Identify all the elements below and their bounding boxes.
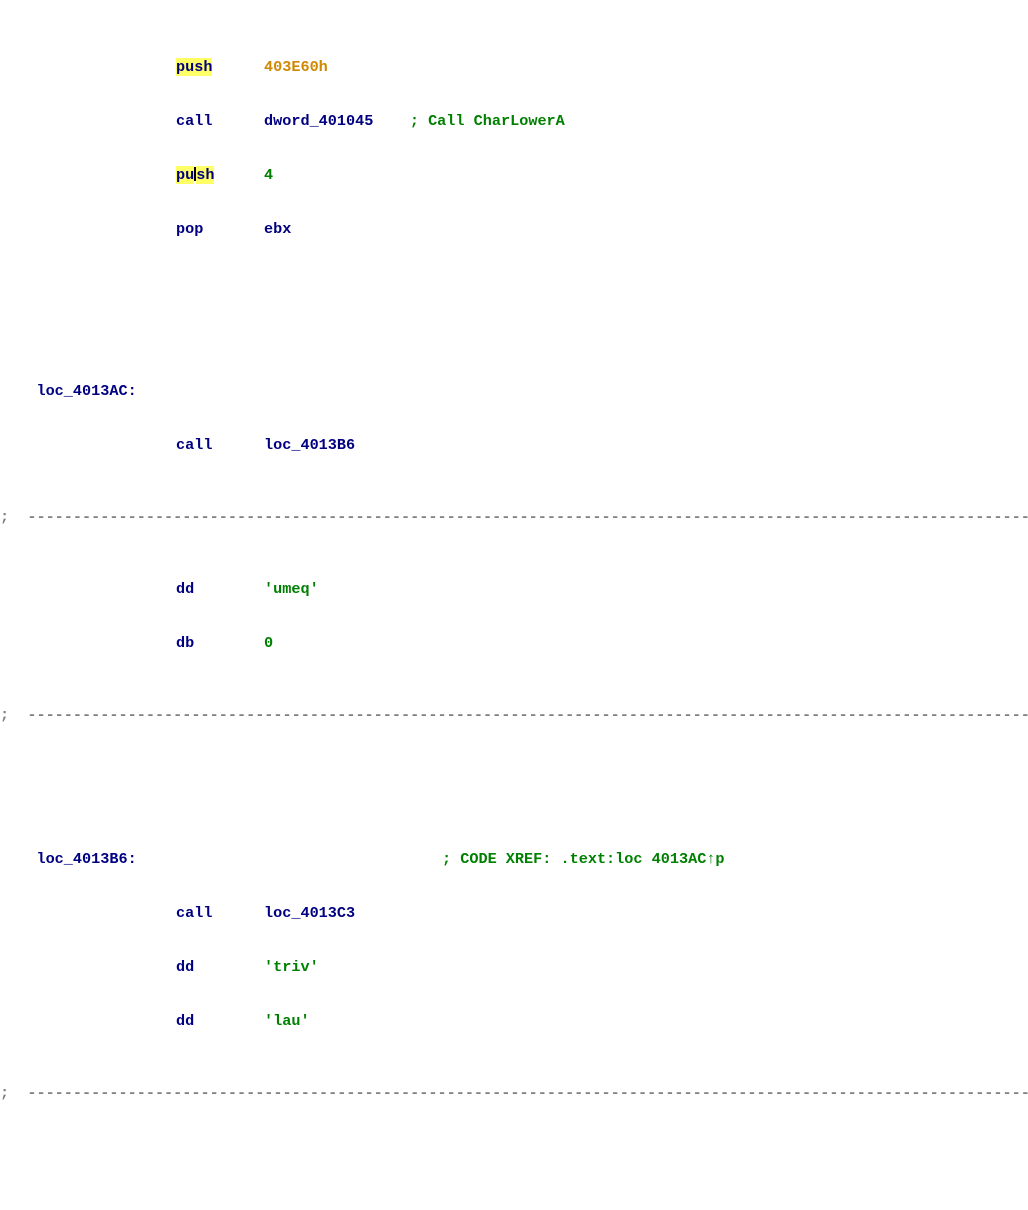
mnemonic-push-a: pu (176, 166, 194, 184)
operand-addr: 403E60h (264, 58, 328, 76)
mnemonic-call: call (176, 436, 264, 454)
operand-str: 'umeq' (264, 580, 319, 598)
label-line: loc_4013AC: (0, 382, 1028, 400)
asm-line: dd 'lau' (0, 1012, 1028, 1030)
asm-line: push 4 (0, 166, 1028, 184)
operand-ident: loc_4013C3 (264, 904, 355, 922)
mnemonic-call: call (176, 904, 264, 922)
asm-line: dd 'triv' (0, 958, 1028, 976)
asm-line: calldword_401045 ; Call CharLowerA (0, 112, 1028, 130)
blank-line (0, 292, 1028, 310)
mnemonic-db: db (176, 634, 264, 652)
mnemonic-push-b: sh (196, 166, 214, 184)
mnemonic-push: push (176, 58, 212, 76)
mnemonic-dd: dd (176, 958, 264, 976)
blank-line (0, 760, 1028, 778)
label-line: loc_4013B6: ; CODE XREF: .text:loc 4013AC… (0, 850, 1028, 868)
operand-str: 'triv' (264, 958, 319, 976)
disassembly-view[interactable]: push403E60h calldword_401045 ; Call Char… (0, 0, 1028, 1210)
asm-line: dd 'umeq' (0, 580, 1028, 598)
operand-str: 'lau' (264, 1012, 310, 1030)
asm-line: push 403E60h (0, 58, 1028, 76)
operand-ident: loc_4013B6 (264, 436, 355, 454)
operand-ident: dword_401045 (264, 112, 373, 130)
mnemonic-pop: pop (176, 220, 264, 238)
asm-line: callloc_4013C3 (0, 904, 1028, 922)
operand-reg: ebx (264, 220, 291, 238)
code-label: loc_4013AC: (0, 382, 176, 400)
operand-num: 0 (264, 634, 273, 652)
separator: ; --------------------------------------… (0, 706, 1028, 724)
separator: ; --------------------------------------… (0, 508, 1028, 526)
mnemonic-dd: dd (176, 580, 264, 598)
xref: ; CODE XREF: .text:loc 4013AC↑p (442, 850, 725, 868)
blank-line (0, 1138, 1028, 1156)
mnemonic-call: call (176, 112, 264, 130)
asm-line: callloc_4013B6 (0, 436, 1028, 454)
code-label: loc_4013B6: (0, 850, 176, 868)
operand-num: 4 (264, 166, 273, 184)
asm-line: db0 (0, 634, 1028, 652)
asm-line: popebx (0, 220, 1028, 238)
comment: ; Call CharLowerA (410, 112, 565, 130)
separator: ; --------------------------------------… (0, 1084, 1028, 1102)
mnemonic-dd: dd (176, 1012, 264, 1030)
